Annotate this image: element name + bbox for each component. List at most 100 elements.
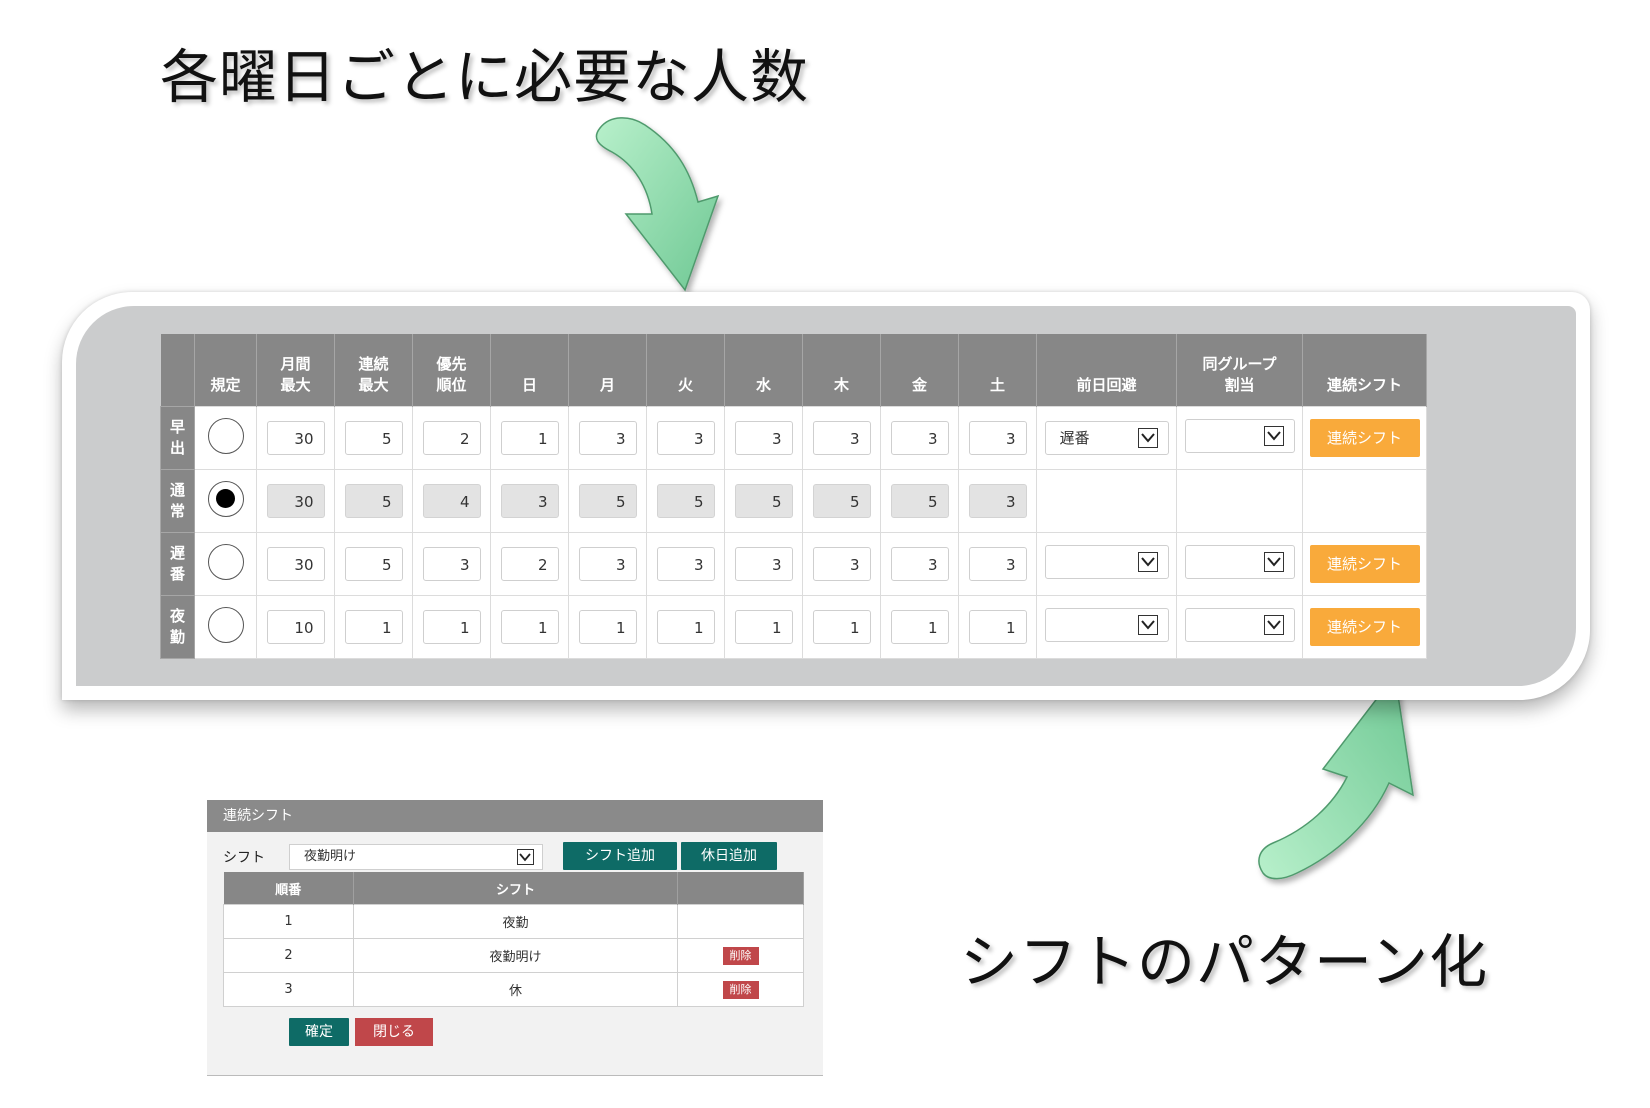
monthly-max-input[interactable]: 30: [266, 547, 325, 581]
tue-input[interactable]: 3: [656, 547, 715, 581]
delete-button[interactable]: 削除: [722, 946, 759, 965]
tue-input[interactable]: 1: [656, 610, 715, 644]
caption-shift-pattern: シフトのパターン化: [960, 928, 1489, 996]
fri-input[interactable]: 3: [890, 547, 949, 581]
order-cell: 2: [223, 938, 354, 973]
header-consecutive-max: 連続 最大: [334, 334, 413, 407]
chevron-down-icon: [1263, 615, 1284, 635]
wed-input[interactable]: 3: [734, 421, 793, 455]
table-header-row: 規定 月間 最大 連続 最大 優先 順位 日 月 火 水 木 金 土 前日回避 同グル…: [160, 334, 1427, 407]
prev-day-avoid-select[interactable]: 遅番: [1044, 421, 1169, 455]
header-corner: [160, 334, 195, 407]
thu-input[interactable]: 1: [812, 610, 871, 644]
row-label: 遅番: [160, 532, 195, 596]
shift-sequence-table: 順番 シフト 1 夜勤 2 夜勤明け 削除 3 休 削除: [223, 872, 804, 1007]
sun-input[interactable]: 1: [500, 421, 559, 455]
row-label: 夜勤: [160, 595, 195, 659]
table-row: 2 夜勤明け 削除: [223, 938, 804, 973]
mon-input[interactable]: 3: [578, 547, 637, 581]
wed-input[interactable]: 1: [734, 610, 793, 644]
caption-required-staff: 各曜日ごとに必要な人数: [160, 43, 810, 111]
header-sat: 土: [958, 334, 1037, 407]
default-cell: [194, 532, 257, 596]
table-row: 1 夜勤: [223, 904, 804, 939]
fri-input[interactable]: 3: [890, 421, 949, 455]
action-cell: 削除: [677, 972, 804, 1007]
default-radio[interactable]: [207, 418, 244, 454]
header-action: [677, 872, 804, 905]
sat-input[interactable]: 3: [968, 421, 1027, 455]
table-header-row: 順番 シフト: [223, 872, 804, 905]
shift-select-value: 夜勤明け: [304, 849, 357, 864]
wed-input[interactable]: 3: [734, 547, 793, 581]
consecutive-shift-button[interactable]: 連続シフト: [1309, 608, 1420, 646]
mon-input[interactable]: 1: [578, 610, 637, 644]
empty-cell: [1176, 469, 1303, 533]
fri-input[interactable]: 1: [890, 610, 949, 644]
sun-input[interactable]: 2: [500, 547, 559, 581]
confirm-button[interactable]: 確定: [289, 1018, 349, 1046]
header-tue: 火: [646, 334, 725, 407]
shift-row-late: 遅番 30 5 3 2 3 3 3 3 3 3 連続シフト: [160, 532, 1427, 596]
shift-cell: 夜勤明け: [353, 938, 678, 973]
priority-input[interactable]: 1: [422, 610, 481, 644]
sat-input[interactable]: 3: [968, 547, 1027, 581]
add-shift-button[interactable]: シフト追加: [563, 842, 677, 870]
action-cell: [677, 904, 804, 939]
consecutive-shift-button[interactable]: 連続シフト: [1309, 419, 1420, 457]
thu-input[interactable]: 3: [812, 547, 871, 581]
shift-row-normal: 通常 30 5 4 3 5 5 5 5 5 3: [160, 469, 1427, 533]
header-monthly-max: 月間 最大: [256, 334, 335, 407]
same-group-select[interactable]: [1184, 545, 1295, 579]
tue-input[interactable]: 3: [656, 421, 715, 455]
default-cell: [194, 469, 257, 533]
chevron-down-icon: [1263, 552, 1284, 572]
header-shift: シフト: [353, 872, 678, 905]
same-group-select[interactable]: [1184, 419, 1295, 453]
order-cell: 1: [223, 904, 354, 939]
close-button[interactable]: 閉じる: [355, 1018, 433, 1046]
header-sun: 日: [490, 334, 569, 407]
consecutive-max-input[interactable]: 1: [344, 610, 403, 644]
consecutive-shift-button[interactable]: 連続シフト: [1309, 545, 1420, 583]
row-label: 早出: [160, 406, 195, 470]
sat-input[interactable]: 1: [968, 610, 1027, 644]
default-cell: [194, 595, 257, 659]
consecutive-shift-dialog: 連続シフト シフト 夜勤明け シフト追加 休日追加 順番 シフト 1 夜勤 2 …: [207, 800, 823, 1076]
header-thu: 木: [802, 334, 881, 407]
default-radio[interactable]: [207, 544, 244, 580]
thu-input[interactable]: 3: [812, 421, 871, 455]
chevron-down-icon: [1137, 615, 1158, 635]
add-holiday-button[interactable]: 休日追加: [681, 842, 777, 870]
header-wed: 水: [724, 334, 803, 407]
shift-requirements-table: 規定 月間 最大 連続 最大 優先 順位 日 月 火 水 木 金 土 前日回避 同グル…: [160, 334, 1427, 659]
sun-input[interactable]: 1: [500, 610, 559, 644]
monthly-max-input[interactable]: 10: [266, 610, 325, 644]
curved-arrow-down-icon: [595, 117, 720, 292]
sun-input: 3: [500, 484, 559, 518]
priority-input[interactable]: 2: [422, 421, 481, 455]
priority-input[interactable]: 3: [422, 547, 481, 581]
default-radio[interactable]: [207, 607, 244, 643]
prev-day-avoid-select[interactable]: [1044, 608, 1169, 642]
mon-input[interactable]: 3: [578, 421, 637, 455]
consecutive-max-input: 5: [344, 484, 403, 518]
consecutive-max-input[interactable]: 5: [344, 547, 403, 581]
header-fri: 金: [880, 334, 959, 407]
chevron-down-icon: [1263, 426, 1284, 446]
shift-label: シフト: [223, 850, 265, 866]
monthly-max-input[interactable]: 30: [266, 421, 325, 455]
action-cell: 削除: [677, 938, 804, 973]
chevron-down-icon: [517, 849, 534, 865]
shift-select[interactable]: 夜勤明け: [289, 844, 543, 870]
same-group-select[interactable]: [1184, 608, 1295, 642]
header-default: 規定: [194, 334, 257, 407]
default-radio[interactable]: [207, 481, 244, 517]
header-consecutive-shift: 連続シフト: [1302, 334, 1427, 407]
delete-button[interactable]: 削除: [722, 980, 759, 999]
tue-input: 5: [656, 484, 715, 518]
shift-row-early: 早出 30 5 2 1 3 3 3 3 3 3 遅番 連続シフト: [160, 406, 1427, 470]
prev-day-avoid-select[interactable]: [1044, 545, 1169, 579]
consecutive-max-input[interactable]: 5: [344, 421, 403, 455]
row-label: 通常: [160, 469, 195, 533]
